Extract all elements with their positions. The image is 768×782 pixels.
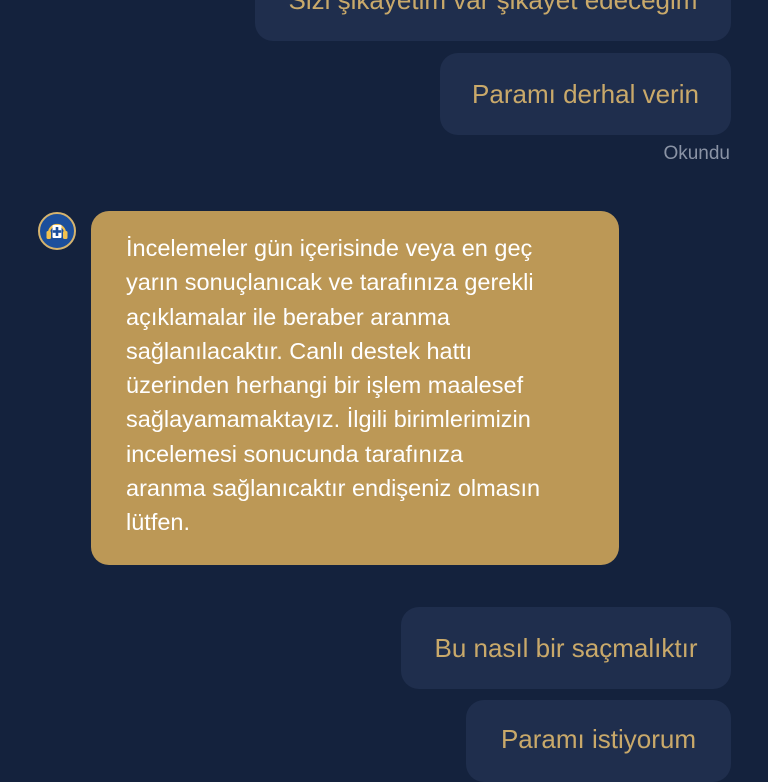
sent-message-text: Sizi şikayetim var şikayet edeceğim bbox=[288, 0, 698, 15]
message-line: incelemesi sonucunda tarafınıza bbox=[126, 440, 464, 467]
message-line: sağlanılacaktır. Canlı destek hattı bbox=[126, 337, 473, 364]
sent-message-bubble[interactable]: Bu nasıl bir saçmalıktır bbox=[401, 607, 731, 689]
support-agent-headset-icon[interactable] bbox=[38, 212, 76, 250]
message-line: sağlayamamaktayız. İlgili birimlerimizin bbox=[126, 406, 531, 433]
message-line: İncelemeler gün içerisinde veya en geç bbox=[126, 235, 533, 261]
message-line: yarın sonuçlanıcak ve tarafınıza gerekli bbox=[126, 269, 534, 296]
read-status: Okundu bbox=[663, 143, 730, 164]
sent-message-bubble[interactable]: Paramı derhal verin bbox=[440, 53, 731, 135]
sent-message-text: Bu nasıl bir saçmalıktır bbox=[434, 632, 698, 663]
sent-message-text: Paramı istiyorum bbox=[500, 723, 697, 754]
received-message-bubble[interactable]: İncelemeler gün içerisinde veya en geç y… bbox=[91, 211, 619, 565]
message-line: lütfen. bbox=[126, 509, 191, 536]
sent-message-text: Paramı derhal verin bbox=[472, 78, 699, 109]
sent-message-bubble[interactable]: Sizi şikayetim var şikayet edeceğim bbox=[255, 0, 731, 41]
message-line: üzerinden herhangi bir işlem maalesef bbox=[126, 372, 524, 399]
sent-message-bubble[interactable]: Paramı istiyorum bbox=[466, 700, 731, 782]
message-line: açıklamalar ile beraber aranma bbox=[126, 303, 450, 330]
message-line: aranma sağlanıcaktır endişeniz olmasın bbox=[126, 475, 541, 502]
